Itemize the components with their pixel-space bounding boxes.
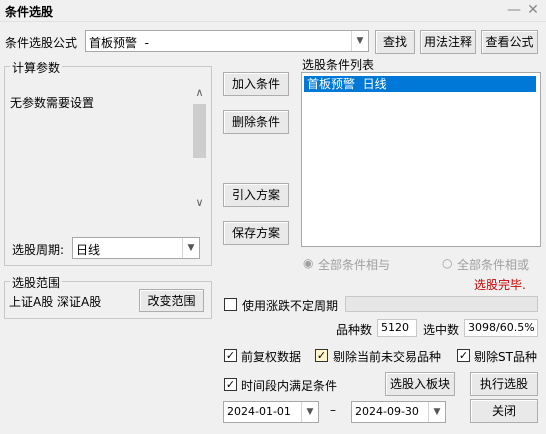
selected-value: 3098/60.5%	[464, 319, 538, 337]
import-plan-button[interactable]: 引入方案	[223, 183, 289, 207]
conditions-label: 选股条件列表	[302, 58, 375, 72]
condition-stock-picker-window: 条件选股 — ✕ 条件选股公式 首板预警 - ▼ 查找 用法注释 查看公式 计算…	[0, 0, 546, 434]
title-bar: 条件选股 — ✕	[0, 0, 546, 22]
params-group-label: 计算参数	[10, 59, 63, 76]
range-group-label: 选股范围	[10, 274, 63, 291]
window-title: 条件选股	[5, 5, 54, 19]
delete-condition-button[interactable]: 删除条件	[223, 110, 289, 134]
usage-notes-button[interactable]: 用法注释	[420, 30, 476, 54]
chevron-down-icon[interactable]: ▼	[351, 31, 368, 51]
scroll-thumb[interactable]	[193, 104, 206, 158]
limit-period-checkbox[interactable]	[224, 298, 237, 311]
pre-adjust-label: 前复权数据	[241, 350, 302, 364]
formula-select[interactable]: 首板预警 - ▼	[85, 30, 369, 52]
and-radio-label: 全部条件相与	[318, 258, 391, 272]
add-to-block-button[interactable]: 选股入板块	[385, 372, 455, 396]
save-plan-button[interactable]: 保存方案	[223, 221, 289, 245]
count-label: 品种数	[336, 323, 373, 337]
condition-item[interactable]: 首板预警 日线	[304, 76, 536, 92]
period-value: 日线	[76, 243, 101, 257]
status-text: 选股完毕.	[474, 278, 526, 292]
exclude-st-checkbox[interactable]: ✓	[457, 349, 470, 362]
selected-label: 选中数	[423, 323, 460, 337]
range-markets: 上证A股 深证A股	[9, 295, 102, 309]
scroll-up-icon[interactable]: ∧	[191, 84, 208, 101]
time-range-label: 时间段内满足条件	[241, 379, 338, 393]
start-date-value: 2024-01-01	[227, 405, 291, 418]
close-button[interactable]: 关闭	[470, 399, 538, 423]
and-radio[interactable]: ◉	[303, 256, 313, 270]
period-label: 选股周期:	[12, 243, 65, 257]
or-radio-label: 全部条件相或	[457, 258, 530, 272]
exclude-st-label: 剔除ST品种	[474, 350, 537, 364]
chevron-down-icon[interactable]: ▼	[428, 402, 445, 422]
minimize-icon[interactable]: —	[505, 1, 523, 19]
params-message: 无参数需要设置	[10, 96, 95, 110]
date-dash: –	[330, 403, 336, 417]
chevron-down-icon[interactable]: ▼	[301, 402, 318, 422]
or-radio[interactable]: ○	[442, 256, 452, 270]
view-formula-button[interactable]: 查看公式	[481, 30, 538, 54]
limit-period-field	[345, 296, 538, 312]
exclude-untraded-checkbox[interactable]: ✓	[315, 349, 328, 362]
formula-value: 首板预警 -	[89, 36, 149, 50]
exclude-untraded-label: 剔除当前未交易品种	[333, 350, 442, 364]
execute-button[interactable]: 执行选股	[470, 372, 538, 396]
start-date-field[interactable]: 2024-01-01 ▼	[223, 401, 319, 423]
pre-adjust-checkbox[interactable]: ✓	[224, 349, 237, 362]
scroll-down-icon[interactable]: ∨	[191, 194, 208, 211]
chevron-down-icon[interactable]: ▼	[182, 238, 199, 258]
close-icon[interactable]: ✕	[524, 1, 542, 19]
limit-period-label: 使用涨跌不定周期	[242, 299, 339, 313]
count-value: 5120	[377, 319, 417, 337]
conditions-list[interactable]: 首板预警 日线	[301, 72, 541, 247]
find-button[interactable]: 查找	[375, 30, 415, 54]
end-date-value: 2024-09-30	[355, 405, 419, 418]
change-range-button[interactable]: 改变范围	[139, 289, 204, 312]
end-date-field[interactable]: 2024-09-30 ▼	[351, 401, 446, 423]
period-select[interactable]: 日线 ▼	[72, 237, 200, 259]
formula-label: 条件选股公式	[5, 36, 78, 50]
add-condition-button[interactable]: 加入条件	[223, 72, 289, 96]
time-range-checkbox[interactable]: ✓	[224, 378, 237, 391]
params-scrollbar[interactable]: ∧ ∨	[191, 84, 208, 212]
